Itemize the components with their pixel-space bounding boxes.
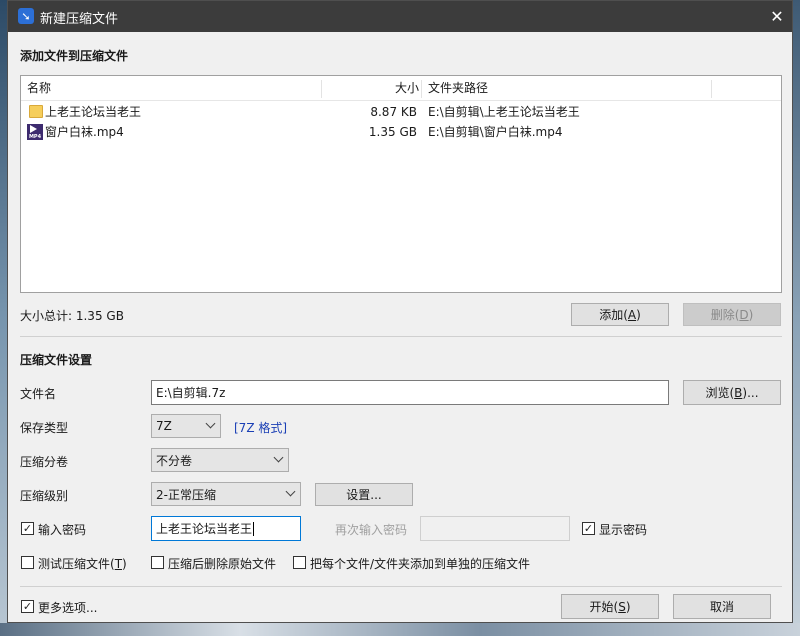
chevron-down-icon [285,486,296,497]
desktop-background-bottom [0,623,800,636]
column-header-size[interactable]: 大小 [321,76,419,100]
start-button[interactable]: 开始(S) [561,594,659,619]
password-checkbox[interactable]: ✓ [21,522,34,535]
confirm-password-label: 再次输入密码 [335,523,408,537]
app-logo-icon: ➘ [18,8,34,24]
compression-level-select[interactable]: 2-正常压缩 [151,482,301,506]
file-path: E:\自剪辑\上老王论坛当老王 [428,105,580,119]
checkmark-icon: ✓ [22,600,33,613]
file-list[interactable]: 名称 大小 文件夹路径 上老王论坛当老王 8.87 KB E:\自剪辑\上老王论… [20,75,782,293]
show-password-checkbox[interactable]: ✓ [582,522,595,535]
column-separator[interactable] [421,80,422,98]
add-button[interactable]: 添加(A) [571,303,669,326]
save-type-label: 保存类型 [20,421,69,435]
mp4-file-icon: MP4 [27,124,43,140]
file-list-row[interactable]: 上老王论坛当老王 8.87 KB E:\自剪辑\上老王论坛当老王 [21,102,781,122]
file-name: 上老王论坛当老王 [45,105,142,119]
file-list-row[interactable]: MP4 窗户白袜.mp4 1.35 GB E:\自剪辑\窗户白袜.mp4 [21,122,781,142]
format-info-link[interactable]: [7Z 格式] [234,419,287,436]
delete-button[interactable]: 删除(D) [683,303,781,326]
file-size: 8.87 KB [370,105,417,119]
separate-archives-label[interactable]: 把每个文件/文件夹添加到单独的压缩文件 [310,555,530,572]
play-icon [30,125,37,133]
show-password-label[interactable]: 显示密码 [599,521,647,538]
save-type-select[interactable]: 7Z [151,414,221,438]
close-icon: ✕ [770,6,784,26]
split-volume-label: 压缩分卷 [20,455,69,469]
checkmark-icon: ✓ [22,522,33,535]
text-caret [253,521,255,536]
file-name: 窗户白袜.mp4 [45,125,124,139]
password-input[interactable]: 上老王论坛当老王 [151,516,301,541]
filename-input[interactable]: E:\自剪辑.7z [151,380,669,405]
separate-archives-checkbox[interactable] [293,556,306,569]
window-title: 新建压缩文件 [40,12,119,27]
file-list-header: 名称 大小 文件夹路径 [21,76,781,101]
mp4-icon-label: MP4 [28,134,42,140]
title-bar[interactable]: ➘ 新建压缩文件 ✕ [8,1,792,32]
archive-settings-section-title: 压缩文件设置 [20,353,93,367]
test-archive-label[interactable]: 测试压缩文件(T) [38,555,127,572]
section-divider [20,336,782,337]
checkmark-icon: ✓ [583,522,594,535]
split-volume-select[interactable]: 不分卷 [151,448,289,472]
cancel-button[interactable]: 取消 [673,594,771,619]
more-options-label[interactable]: 更多选项... [38,599,97,616]
column-header-name[interactable]: 名称 [27,76,317,100]
file-size: 1.35 GB [368,125,417,139]
column-header-path[interactable]: 文件夹路径 [428,76,708,100]
confirm-password-input[interactable] [420,516,570,541]
file-path: E:\自剪辑\窗户白袜.mp4 [428,125,563,139]
test-archive-checkbox[interactable] [21,556,34,569]
browse-button[interactable]: 浏览(B)... [683,380,781,405]
section-divider [20,586,782,587]
filename-label: 文件名 [20,387,57,401]
close-button[interactable]: ✕ [764,4,790,28]
more-options-checkbox[interactable]: ✓ [21,600,34,613]
new-archive-dialog: ➘ 新建压缩文件 ✕ 添加文件到压缩文件 名称 大小 文件夹路径 上老王论坛当老… [7,0,793,623]
delete-after-label[interactable]: 压缩后删除原始文件 [168,555,276,572]
total-size-label: 大小总计: 1.35 GB [20,309,124,323]
column-separator[interactable] [711,80,712,98]
add-files-section-title: 添加文件到压缩文件 [20,49,129,63]
folder-icon [29,105,43,118]
chevron-down-icon [273,452,284,463]
delete-after-checkbox[interactable] [151,556,164,569]
compression-level-label: 压缩级别 [20,489,69,503]
desktop-background-right [792,0,800,636]
password-label[interactable]: 输入密码 [38,521,86,538]
settings-button[interactable]: 设置... [315,483,413,506]
chevron-down-icon [205,418,216,429]
